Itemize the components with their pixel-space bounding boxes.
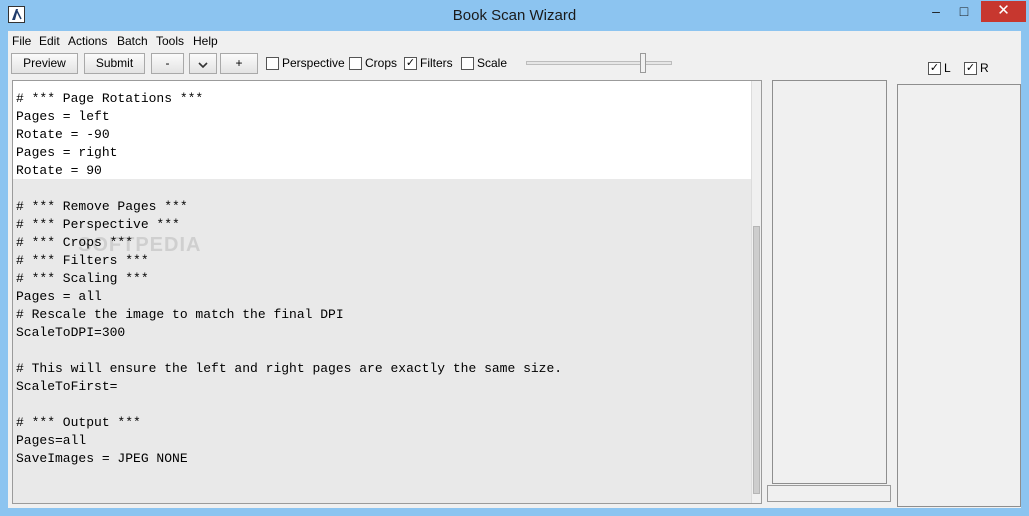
code-line: Rotate = -90: [16, 127, 110, 142]
checkbox-box: [349, 57, 362, 70]
right-page-preview[interactable]: [897, 84, 1021, 507]
scrollbar-thumb[interactable]: [753, 226, 760, 494]
code-line: Pages = right: [16, 145, 118, 160]
left-page-preview[interactable]: [772, 80, 887, 484]
code-line: # *** Perspective ***: [16, 217, 180, 232]
dropdown-button[interactable]: [189, 53, 217, 74]
code-line: Pages=all: [16, 433, 87, 448]
filters-label: Filters: [420, 56, 453, 70]
scale-label: Scale: [477, 56, 508, 70]
code-line: ScaleToFirst=: [16, 379, 118, 394]
menu-edit[interactable]: Edit: [39, 34, 60, 48]
code-line: # This will ensure the left and right pa…: [16, 361, 563, 376]
menu-file[interactable]: File: [12, 34, 31, 48]
right-page-label: R: [980, 61, 989, 75]
menu-help[interactable]: Help: [193, 34, 218, 48]
code-line: SaveImages = JPEG NONE: [16, 451, 188, 466]
preview-button[interactable]: Preview: [11, 53, 78, 74]
title-bar: Book Scan Wizard – □ ✕: [0, 0, 1029, 31]
menu-batch[interactable]: Batch: [117, 34, 148, 48]
menu-tools[interactable]: Tools: [156, 34, 184, 48]
code-line: ScaleToDPI=300: [16, 325, 126, 340]
code-line: # *** Page Rotations ***: [16, 91, 204, 106]
main-window-content: File Edit Actions Batch Tools Help Previ…: [8, 31, 1021, 508]
check-icon: ✓: [404, 57, 417, 70]
code-line: Rotate = 90: [16, 163, 102, 178]
menu-actions[interactable]: Actions: [68, 34, 107, 48]
code-line: Pages = left: [16, 109, 110, 124]
code-line: Pages = all: [16, 289, 102, 304]
check-icon: ✓: [964, 62, 977, 75]
crops-label: Crops: [365, 56, 398, 70]
perspective-label: Perspective: [282, 56, 345, 70]
submit-button[interactable]: Submit: [84, 53, 145, 74]
code-line: # *** Filters ***: [16, 253, 149, 268]
checkbox-box: [461, 57, 474, 70]
toolbar: Preview Submit - + Perspective Crops ✓ F…: [8, 52, 768, 76]
window-title: Book Scan Wizard: [452, 7, 577, 24]
chevron-down-icon: [198, 62, 208, 69]
code-line: # *** Output ***: [16, 415, 141, 430]
maximize-button[interactable]: □: [947, 1, 981, 22]
checkbox-box: [266, 57, 279, 70]
zoom-slider-track[interactable]: [526, 61, 672, 65]
code-line: # *** Scaling ***: [16, 271, 149, 286]
code-line: # *** Remove Pages ***: [16, 199, 188, 214]
code-line: # *** Crops ***: [16, 235, 134, 250]
zoom-in-button[interactable]: +: [220, 53, 258, 74]
zoom-slider-thumb[interactable]: [640, 53, 646, 73]
close-button[interactable]: ✕: [981, 1, 1026, 22]
script-editor[interactable]: SOFTPEDIA # *** Page Rotations *** Pages…: [12, 80, 762, 504]
zoom-out-button[interactable]: -: [151, 53, 184, 74]
left-page-label: L: [944, 61, 951, 75]
status-field: [767, 485, 891, 502]
code-line: # Rescale the image to match the final D…: [16, 307, 344, 322]
check-icon: ✓: [928, 62, 941, 75]
editor-scrollbar[interactable]: [751, 81, 761, 503]
